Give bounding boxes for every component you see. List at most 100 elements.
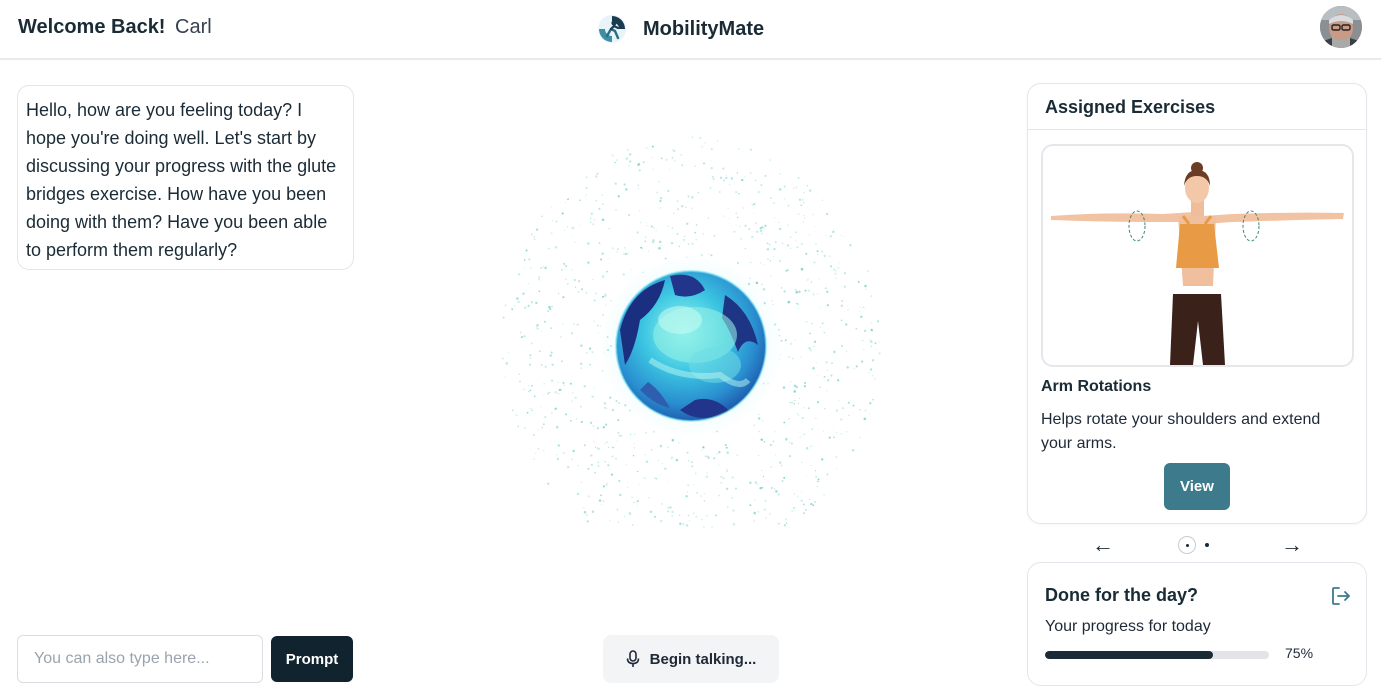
- orb-particle: [795, 231, 797, 233]
- orb-particle: [530, 233, 533, 236]
- orb-particle: [701, 518, 703, 521]
- orb-particle: [593, 441, 595, 442]
- orb-particle: [646, 225, 648, 227]
- orb-particle: [781, 242, 784, 245]
- orb-particle: [657, 460, 659, 461]
- orb-particle: [764, 174, 767, 177]
- orb-particle: [815, 242, 817, 245]
- orb-particle: [722, 215, 724, 217]
- orb-particle: [670, 456, 674, 460]
- orb-particle: [626, 252, 629, 255]
- orb-particle: [671, 515, 674, 517]
- brand[interactable]: MobilityMate: [597, 12, 764, 46]
- orb-particle: [738, 225, 741, 227]
- orb-particle: [589, 347, 592, 350]
- prev-exercise-button[interactable]: ←: [1088, 531, 1118, 559]
- orb-particle: [608, 520, 611, 522]
- prompt-button[interactable]: Prompt: [271, 636, 353, 682]
- progress-bar-fill: [1045, 651, 1213, 659]
- orb-particle: [803, 191, 805, 194]
- done-for-day-card: Done for the day? Your progress for toda…: [1027, 562, 1367, 686]
- orb-particle: [597, 324, 599, 327]
- orb-particle: [799, 436, 802, 439]
- orb-particle: [840, 432, 842, 435]
- orb-particle: [773, 248, 776, 251]
- orb-particle: [792, 187, 795, 190]
- orb-particle: [556, 458, 559, 460]
- orb-particle: [515, 414, 518, 417]
- orb-particle: [852, 404, 855, 407]
- orb-particle: [686, 222, 689, 225]
- next-exercise-button[interactable]: →: [1277, 531, 1307, 559]
- orb-particle: [586, 520, 589, 523]
- orb-particle: [574, 286, 577, 289]
- orb-particle: [597, 332, 599, 334]
- orb-particle: [671, 156, 674, 159]
- orb-particle: [531, 384, 533, 387]
- view-exercise-button[interactable]: View: [1164, 463, 1230, 510]
- orb-particle: [538, 278, 540, 281]
- orb-particle: [793, 403, 795, 405]
- orb-particle: [773, 488, 776, 490]
- orb-particle: [718, 464, 720, 466]
- orb-particle: [806, 278, 809, 281]
- orb-particle: [695, 224, 698, 226]
- orb-particle: [789, 236, 792, 238]
- orb-particle: [628, 214, 630, 216]
- orb-particle: [555, 425, 559, 429]
- orb-particle: [655, 230, 657, 232]
- orb-particle: [800, 204, 803, 207]
- orb-particle: [629, 160, 632, 163]
- orb-particle: [848, 414, 850, 417]
- orb-particle: [819, 465, 820, 467]
- orb-particle: [671, 439, 675, 442]
- orb-particle: [671, 149, 673, 151]
- orb-particle: [679, 522, 682, 525]
- orb-particle: [784, 339, 787, 342]
- orb-particle: [840, 304, 844, 308]
- orb-particle: [840, 418, 843, 421]
- orb-particle: [529, 357, 532, 359]
- orb-particle: [806, 475, 808, 477]
- orb-particle: [577, 291, 580, 293]
- orb-particle: [718, 494, 720, 497]
- orb-particle: [622, 273, 625, 276]
- user-avatar[interactable]: [1320, 6, 1362, 48]
- message-input[interactable]: [17, 635, 263, 683]
- orb-particle: [736, 216, 739, 219]
- orb-particle: [511, 308, 514, 311]
- orb-particle: [761, 470, 763, 472]
- orb-particle: [605, 441, 608, 444]
- orb-particle: [703, 500, 705, 502]
- orb-particle: [802, 503, 805, 506]
- orb-particle: [788, 356, 790, 358]
- orb-particle: [559, 335, 562, 339]
- carousel-dot[interactable]: [1205, 543, 1209, 547]
- orb-particle: [697, 191, 700, 194]
- orb-particle: [823, 494, 826, 496]
- orb-particle: [802, 417, 804, 419]
- orb-particle: [533, 458, 535, 460]
- begin-talking-button[interactable]: Begin talking...: [603, 635, 779, 683]
- orb-particle: [585, 176, 588, 179]
- orb-particle: [566, 465, 570, 469]
- orb-particle: [649, 510, 653, 513]
- logout-icon[interactable]: [1330, 585, 1352, 607]
- orb-particle: [796, 413, 799, 415]
- orb-particle: [557, 392, 560, 395]
- orb-particle: [638, 169, 641, 172]
- orb-particle: [788, 454, 792, 458]
- carousel-dot-active[interactable]: [1178, 536, 1196, 554]
- orb-particle: [607, 446, 609, 448]
- orb-particle: [631, 524, 634, 527]
- orb-particle: [601, 194, 603, 196]
- orb-particle: [555, 220, 558, 223]
- orb-particle: [791, 510, 793, 512]
- orb-particle: [707, 253, 710, 255]
- orb-particle: [659, 197, 663, 200]
- orb-particle: [716, 140, 719, 142]
- orb-particle: [757, 511, 760, 513]
- orb-particle: [658, 247, 661, 250]
- orb-particle: [826, 473, 829, 476]
- orb-particle: [791, 357, 794, 360]
